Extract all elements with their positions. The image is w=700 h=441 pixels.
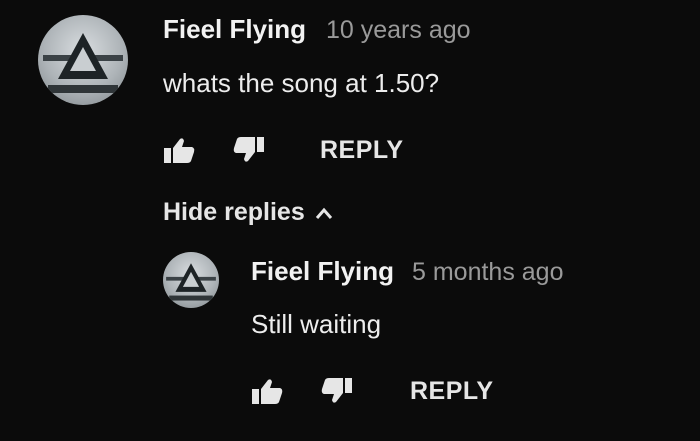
reply-avatar[interactable] bbox=[163, 252, 219, 308]
thumbs-up-icon[interactable] bbox=[162, 136, 196, 164]
reply-timestamp[interactable]: 5 months ago bbox=[412, 258, 564, 287]
comment-timestamp[interactable]: 10 years ago bbox=[326, 16, 471, 45]
hide-replies-button[interactable]: Hide replies bbox=[163, 198, 333, 227]
reply-reply-button[interactable]: REPLY bbox=[410, 377, 494, 406]
avatar-logo-icon bbox=[166, 263, 216, 301]
reply-thumbs-down-icon[interactable] bbox=[320, 377, 354, 405]
reply-thumbs-up-icon[interactable] bbox=[250, 377, 284, 405]
reply-button[interactable]: REPLY bbox=[320, 136, 404, 165]
avatar[interactable] bbox=[38, 15, 128, 105]
comment-text: whats the song at 1.50? bbox=[163, 68, 440, 98]
thumbs-down-icon[interactable] bbox=[232, 136, 266, 164]
chevron-up-icon bbox=[315, 206, 333, 220]
comment-author[interactable]: Fieel Flying bbox=[163, 14, 306, 45]
avatar-logo-icon bbox=[43, 33, 123, 93]
hide-replies-label: Hide replies bbox=[163, 198, 305, 226]
reply-text: Still waiting bbox=[251, 309, 382, 339]
reply-author[interactable]: Fieel Flying bbox=[251, 256, 394, 287]
